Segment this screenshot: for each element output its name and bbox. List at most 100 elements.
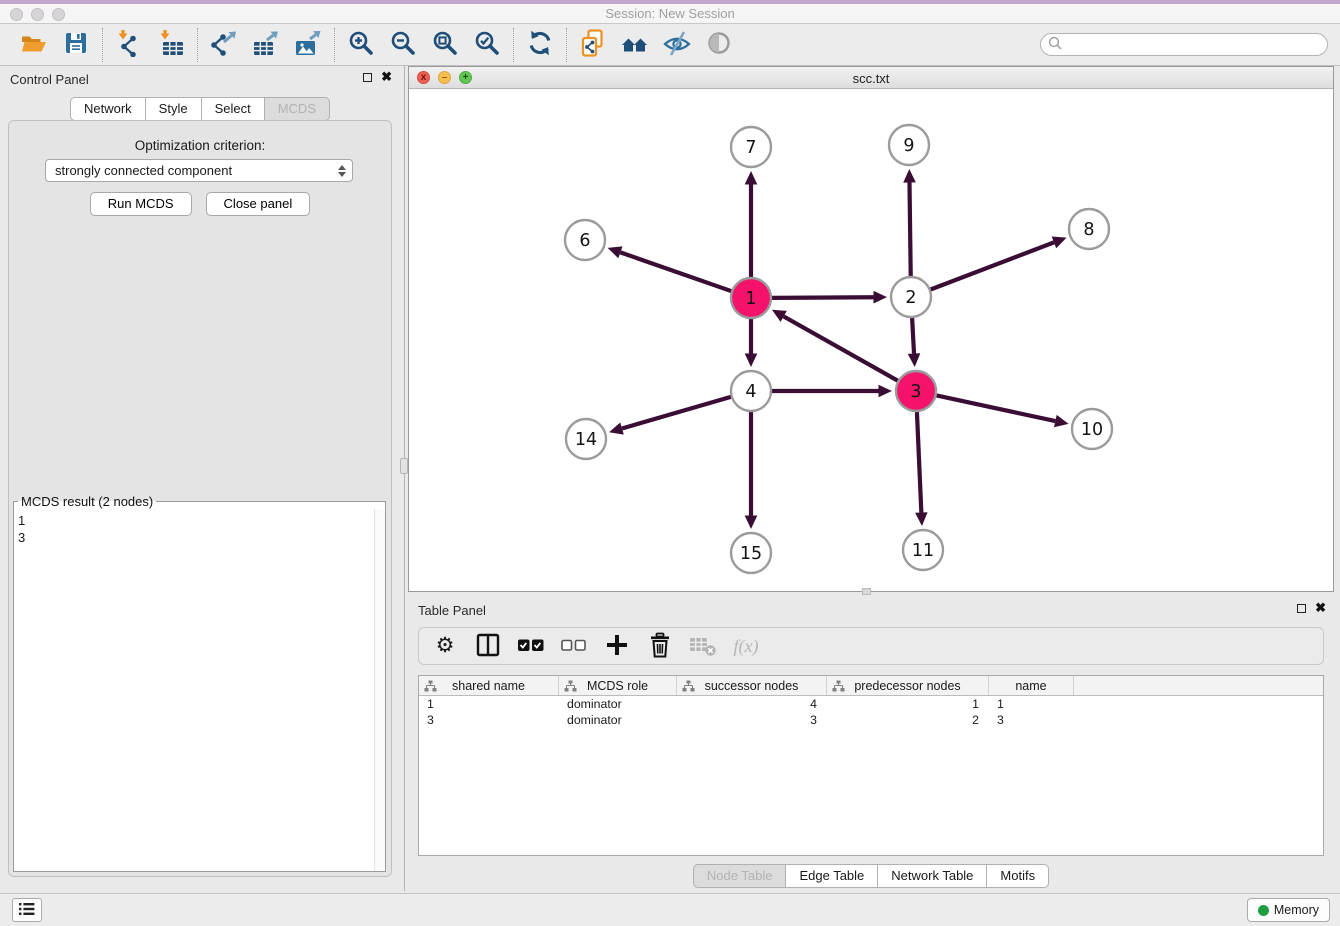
toggle-columns-button[interactable]	[474, 632, 502, 660]
memory-button[interactable]: Memory	[1247, 898, 1330, 922]
horizontal-splitter-grip[interactable]	[862, 588, 871, 595]
edge-2-9[interactable]	[903, 169, 916, 276]
tab-motifs[interactable]: Motifs	[986, 864, 1049, 888]
cell-name[interactable]: 1	[989, 696, 1074, 712]
open-file-button[interactable]	[17, 28, 51, 62]
refresh-view-button[interactable]	[523, 28, 557, 62]
graph-node-4[interactable]: 4	[731, 371, 771, 411]
tab-mcds[interactable]: MCDS	[264, 97, 330, 121]
edge-1-6[interactable]	[608, 246, 732, 291]
cell-MCDS-role[interactable]: dominator	[559, 696, 677, 712]
result-scrollbar[interactable]	[374, 509, 385, 871]
export-table-button[interactable]	[249, 28, 283, 62]
criterion-dropdown[interactable]: strongly connected component	[45, 159, 353, 182]
run-mcds-button[interactable]: Run MCDS	[90, 192, 192, 216]
edge-4-3[interactable]	[772, 385, 892, 398]
cell-predecessor-nodes[interactable]: 2	[827, 712, 989, 728]
table-header-row: shared nameMCDS rolesuccessor nodesprede…	[419, 676, 1323, 696]
table-row[interactable]: 1dominator411	[419, 696, 1323, 712]
deselect-all-rows-button[interactable]	[560, 632, 588, 660]
hide-graphics-details-button[interactable]	[660, 28, 694, 62]
delete-columns-button[interactable]	[646, 632, 674, 660]
svg-text:4: 4	[745, 382, 756, 402]
column-header-shared-name[interactable]: shared name	[419, 676, 559, 695]
close-table-panel-icon[interactable]: ✖	[1315, 603, 1326, 613]
tab-style[interactable]: Style	[145, 97, 202, 121]
select-all-rows-icon	[517, 632, 545, 661]
splitter-grip[interactable]	[400, 458, 408, 474]
function-builder-button: f(x)	[732, 632, 760, 660]
float-table-panel-icon[interactable]	[1297, 604, 1306, 613]
edge-1-2[interactable]	[772, 291, 887, 304]
close-panel-icon[interactable]: ✖	[381, 72, 392, 82]
tab-select[interactable]: Select	[201, 97, 265, 121]
graph-node-10[interactable]: 10	[1072, 409, 1112, 449]
import-table-button[interactable]	[154, 28, 188, 62]
tab-node-table[interactable]: Node Table	[693, 864, 787, 888]
tab-network-table[interactable]: Network Table	[877, 864, 987, 888]
float-panel-icon[interactable]	[363, 73, 372, 82]
cell-predecessor-nodes[interactable]: 1	[827, 696, 989, 712]
flatten-hierarchy-icon	[564, 680, 577, 695]
graph-node-7[interactable]: 7	[731, 127, 771, 167]
cell-successor-nodes[interactable]: 4	[677, 696, 827, 712]
cell-shared-name[interactable]: 1	[419, 696, 559, 712]
edge-3-1[interactable]	[772, 310, 898, 381]
show-graphics-details-button[interactable]	[702, 28, 736, 62]
network-graph[interactable]: 7 9 6 8 1 2 4 3 14 10 15 11	[409, 89, 1333, 591]
home-pair-button[interactable]	[618, 28, 652, 62]
search-input[interactable]	[1063, 35, 1327, 54]
cell-name[interactable]: 3	[989, 712, 1074, 728]
graph-node-8[interactable]: 8	[1069, 209, 1109, 249]
save-session-button[interactable]	[59, 28, 93, 62]
column-header-MCDS-role[interactable]: MCDS role	[559, 676, 677, 695]
cell-successor-nodes[interactable]: 3	[677, 712, 827, 728]
edge-4-15[interactable]	[745, 412, 758, 529]
zoom-selected-button[interactable]	[470, 28, 504, 62]
mcds-result-entry: 1	[18, 512, 369, 529]
edge-1-7[interactable]	[745, 171, 758, 277]
graph-node-2[interactable]: 2	[891, 277, 931, 317]
graph-node-14[interactable]: 14	[566, 419, 606, 459]
edge-4-14[interactable]	[609, 397, 731, 435]
column-header-successor-nodes[interactable]: successor nodes	[677, 676, 827, 695]
task-history-button[interactable]	[12, 898, 42, 922]
table-row[interactable]: 3dominator323	[419, 712, 1323, 728]
cell-MCDS-role[interactable]: dominator	[559, 712, 677, 728]
mcds-result-list[interactable]: 13	[14, 511, 373, 871]
zoom-out-button[interactable]	[386, 28, 420, 62]
zoom-in-button[interactable]	[344, 28, 378, 62]
search-box[interactable]	[1040, 33, 1328, 56]
tab-edge-table[interactable]: Edge Table	[785, 864, 878, 888]
zoom-fit-button[interactable]	[428, 28, 462, 62]
add-column-button[interactable]	[603, 632, 631, 660]
hide-graphics-details-icon	[663, 29, 691, 60]
graph-node-15[interactable]: 15	[731, 533, 771, 573]
table-settings-button[interactable]: ⚙	[431, 632, 459, 660]
tab-network[interactable]: Network	[70, 97, 146, 121]
edge-2-8[interactable]	[931, 237, 1067, 290]
edge-3-11[interactable]	[915, 412, 928, 526]
graph-node-6[interactable]: 6	[565, 220, 605, 260]
network-window-titlebar[interactable]: x – + scc.txt	[409, 67, 1333, 89]
column-header-predecessor-nodes[interactable]: predecessor nodes	[827, 676, 989, 695]
graph-node-3[interactable]: 3	[896, 371, 936, 411]
graph-node-1[interactable]: 1	[731, 278, 771, 318]
edge-2-3[interactable]	[908, 318, 921, 367]
close-panel-button[interactable]: Close panel	[206, 192, 311, 216]
cell-shared-name[interactable]: 3	[419, 712, 559, 728]
export-image-button[interactable]	[291, 28, 325, 62]
network-canvas[interactable]: 7 9 6 8 1 2 4 3 14 10 15 11	[409, 89, 1333, 591]
edge-3-10[interactable]	[937, 395, 1069, 427]
graph-node-9[interactable]: 9	[889, 125, 929, 165]
edge-1-4[interactable]	[745, 319, 758, 367]
vertical-splitter[interactable]	[400, 66, 408, 891]
clone-network-button[interactable]	[576, 28, 610, 62]
graph-node-11[interactable]: 11	[903, 530, 943, 570]
network-window-title: scc.txt	[409, 71, 1333, 86]
select-all-rows-button[interactable]	[517, 632, 545, 660]
flatten-hierarchy-icon	[682, 680, 695, 695]
import-network-button[interactable]	[112, 28, 146, 62]
column-header-name[interactable]: name	[989, 676, 1074, 695]
export-network-button[interactable]	[207, 28, 241, 62]
